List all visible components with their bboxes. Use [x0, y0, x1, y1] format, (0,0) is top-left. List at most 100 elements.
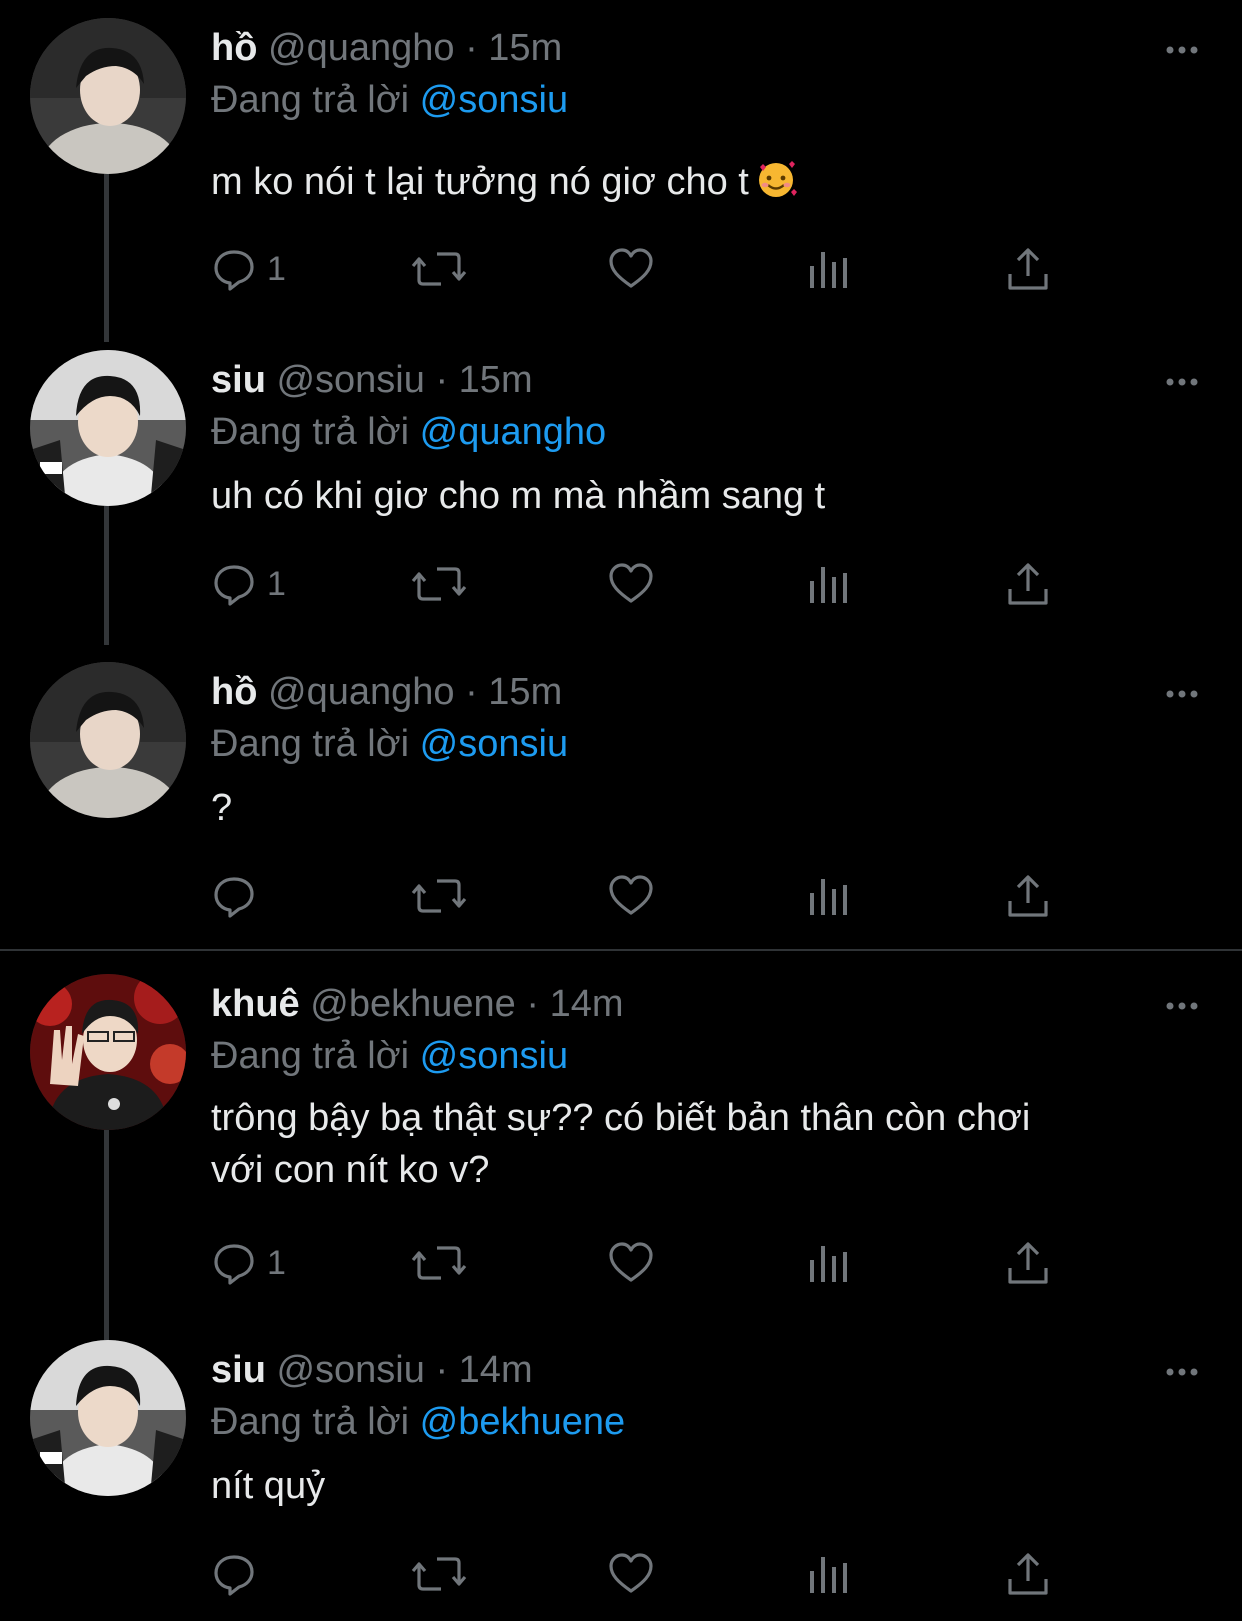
like-button[interactable]	[608, 868, 654, 924]
avatar-bekhuene[interactable]	[30, 974, 186, 1130]
separator-dot: ·	[526, 983, 539, 1025]
reply-icon	[211, 246, 257, 292]
tweet-text-line: trông bậy bạ thật sự?? có biết bản thân …	[211, 1097, 1031, 1139]
conversation-feed: hồ @quangho · 15m Đang trả lời @sonsiu m…	[0, 0, 1242, 1621]
share-button[interactable]	[1005, 556, 1051, 612]
replying-to-handle[interactable]: @sonsiu	[420, 79, 568, 121]
views-button[interactable]	[808, 241, 848, 297]
reply-count: 1	[267, 1243, 286, 1282]
replying-to-handle[interactable]: @quangho	[420, 411, 607, 453]
tweet-text: uh có khi giơ cho m mà nhầm sang t	[211, 475, 826, 517]
user-handle[interactable]: @bekhuene	[310, 983, 516, 1025]
replying-to-handle[interactable]: @sonsiu	[420, 723, 568, 765]
retweet-button[interactable]	[411, 1546, 467, 1602]
views-button[interactable]	[808, 556, 848, 612]
more-options-icon[interactable]	[1162, 30, 1202, 70]
heart-icon	[608, 873, 654, 919]
tweet-text: trông bậy bạ thật sự?? có biết bản thân …	[211, 1092, 1202, 1196]
reply-button[interactable]	[211, 1546, 257, 1602]
reply-count: 1	[267, 249, 286, 288]
more-options-icon[interactable]	[1162, 362, 1202, 402]
reply-icon	[211, 873, 257, 919]
tweet-actions: 1	[211, 241, 1111, 297]
views-button[interactable]	[808, 868, 848, 924]
tweet-text: ?	[211, 787, 233, 829]
more-options-icon[interactable]	[1162, 1352, 1202, 1392]
retweet-button[interactable]	[411, 556, 467, 612]
replying-to-label: Đang trả lời	[211, 411, 410, 453]
retweet-button[interactable]	[411, 1235, 467, 1291]
user-handle[interactable]: @sonsiu	[276, 1349, 424, 1391]
tweet-actions: 1	[211, 1235, 1111, 1291]
reply-button[interactable]: 1	[211, 556, 286, 612]
share-button[interactable]	[1005, 868, 1051, 924]
more-options-icon[interactable]	[1162, 674, 1202, 714]
replying-to-label: Đang trả lời	[211, 79, 410, 121]
share-icon	[1005, 246, 1051, 292]
bar-chart-icon	[808, 246, 848, 292]
tweet-text-line: với con nít ko v?	[211, 1149, 490, 1191]
reply-icon	[211, 1240, 257, 1286]
replying-to-label: Đang trả lời	[211, 1035, 410, 1077]
retweet-icon	[411, 873, 467, 919]
views-button[interactable]	[808, 1546, 848, 1602]
timestamp[interactable]: 14m	[459, 1349, 533, 1391]
like-button[interactable]	[608, 556, 654, 612]
share-button[interactable]	[1005, 1235, 1051, 1291]
avatar-quangho[interactable]	[30, 662, 186, 818]
heart-icon	[608, 246, 654, 292]
tweet-actions	[211, 1546, 1111, 1602]
views-button[interactable]	[808, 1235, 848, 1291]
timestamp[interactable]: 14m	[550, 983, 624, 1025]
timestamp[interactable]: 15m	[488, 27, 562, 69]
reply-button[interactable]: 1	[211, 1235, 286, 1291]
thread-connector-line	[104, 1130, 109, 1340]
display-name[interactable]: siu	[211, 359, 266, 401]
retweet-icon	[411, 246, 467, 292]
reply-button[interactable]	[211, 868, 257, 924]
avatar-sonsiu[interactable]	[30, 350, 186, 506]
reply-icon	[211, 561, 257, 607]
user-handle[interactable]: @quangho	[268, 27, 455, 69]
replying-to-label: Đang trả lời	[211, 1401, 410, 1443]
timestamp[interactable]: 15m	[459, 359, 533, 401]
more-options-icon[interactable]	[1162, 986, 1202, 1026]
retweet-icon	[411, 1240, 467, 1286]
retweet-icon	[411, 1551, 467, 1597]
user-handle[interactable]: @sonsiu	[276, 359, 424, 401]
heart-icon	[608, 561, 654, 607]
tweet-text: nít quỷ	[211, 1465, 326, 1507]
like-button[interactable]	[608, 1546, 654, 1602]
share-icon	[1005, 873, 1051, 919]
retweet-button[interactable]	[411, 868, 467, 924]
tweet-actions	[211, 868, 1111, 924]
like-button[interactable]	[608, 1235, 654, 1291]
bar-chart-icon	[808, 1240, 848, 1286]
retweet-button[interactable]	[411, 241, 467, 297]
share-button[interactable]	[1005, 1546, 1051, 1602]
reply-button[interactable]: 1	[211, 241, 286, 297]
share-button[interactable]	[1005, 241, 1051, 297]
separator-dot: ·	[465, 27, 478, 69]
replying-to-handle[interactable]: @sonsiu	[420, 1035, 568, 1077]
thread-divider	[0, 949, 1242, 951]
like-button[interactable]	[608, 241, 654, 297]
avatar-sonsiu[interactable]	[30, 1340, 186, 1496]
share-icon	[1005, 1240, 1051, 1286]
replying-to-label: Đang trả lời	[211, 723, 410, 765]
display-name[interactable]: siu	[211, 1349, 266, 1391]
avatar-quangho[interactable]	[30, 18, 186, 174]
tweet-actions: 1	[211, 556, 1111, 612]
heart-icon	[608, 1551, 654, 1597]
thread-connector-line	[104, 172, 109, 342]
tweet-text: m ko nói t lại tưởng nó giơ cho t	[211, 156, 1202, 208]
timestamp[interactable]: 15m	[488, 671, 562, 713]
display-name[interactable]: khuê	[211, 983, 300, 1025]
separator-dot: ·	[435, 1349, 449, 1391]
bar-chart-icon	[808, 561, 848, 607]
replying-to-handle[interactable]: @bekhuene	[420, 1401, 626, 1443]
display-name[interactable]: hồ	[211, 671, 257, 713]
user-handle[interactable]: @quangho	[268, 671, 455, 713]
separator-dot: ·	[435, 359, 449, 401]
display-name[interactable]: hồ	[211, 27, 257, 69]
